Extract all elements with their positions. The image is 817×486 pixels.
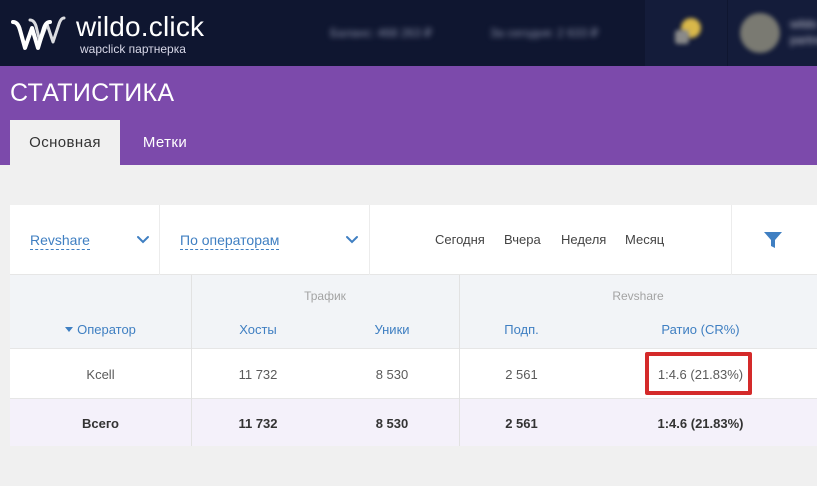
column-header-hosts[interactable]: Хосты bbox=[191, 322, 325, 337]
cell-subs: 2 561 bbox=[505, 367, 538, 382]
column-header-uniques[interactable]: Уники bbox=[325, 322, 459, 337]
ratio-highlight-box bbox=[645, 352, 752, 395]
period-yesterday[interactable]: Вчера bbox=[504, 205, 541, 275]
period-month[interactable]: Месяц bbox=[625, 205, 664, 275]
user-menu[interactable]: wildo partner bbox=[728, 0, 817, 66]
column-header-ratio[interactable]: Ратио (CR%) bbox=[584, 322, 817, 337]
column-header-operator[interactable]: Оператор bbox=[10, 322, 191, 337]
notifications-area[interactable] bbox=[645, 0, 727, 66]
total-label: Всего bbox=[81, 416, 120, 431]
divider bbox=[369, 205, 370, 275]
column-header-operator-label: Оператор bbox=[77, 322, 136, 337]
user-name-text: wildo bbox=[790, 17, 817, 31]
total-ratio: 1:4.6 (21.83%) bbox=[657, 416, 744, 431]
tab-tags[interactable]: Метки bbox=[120, 120, 210, 165]
page-header: СТАТИСТИКА Основная Метки bbox=[0, 66, 817, 165]
balance-today: За сегодня: 2 633 ₽ bbox=[490, 26, 599, 40]
group-header-traffic: Трафик bbox=[304, 289, 346, 303]
cell-hosts: 11 732 bbox=[238, 367, 278, 382]
total-row: Всего 11 732 8 530 2 561 1:4.6 (21.83%) bbox=[10, 398, 817, 446]
filter-icon[interactable] bbox=[762, 229, 784, 251]
balance-total: Баланс: 468 263 ₽ bbox=[330, 26, 432, 40]
cell-uniques: 8 530 bbox=[375, 367, 409, 382]
group-header-revshare: Revshare bbox=[612, 289, 664, 303]
filter-bar: Revshare По операторам Сегодня Вчера Нед… bbox=[10, 205, 817, 275]
chevron-down-icon bbox=[137, 236, 149, 244]
divider bbox=[159, 205, 160, 275]
stats-table: Трафик Revshare Оператор Хосты Уники Под… bbox=[10, 275, 817, 446]
program-select-value: Revshare bbox=[30, 231, 90, 250]
top-bar: wildo.click wapclick партнерка Баланс: 4… bbox=[0, 0, 817, 66]
logo-icon bbox=[11, 16, 66, 50]
tab-main[interactable]: Основная bbox=[10, 120, 120, 165]
page-title: СТАТИСТИКА bbox=[10, 79, 175, 107]
brand-subtitle: wapclick партнерка bbox=[80, 42, 186, 56]
group-by-select[interactable]: По операторам bbox=[180, 205, 370, 275]
brand-name: wildo.click bbox=[76, 11, 205, 42]
column-header-subs[interactable]: Подп. bbox=[459, 322, 584, 337]
brand-logo[interactable]: wildo.click wapclick партнерка bbox=[10, 12, 210, 56]
total-uniques: 8 530 bbox=[375, 416, 409, 431]
period-week[interactable]: Неделя bbox=[561, 205, 606, 275]
table-header: Трафик Revshare Оператор Хосты Уники Под… bbox=[10, 275, 817, 348]
column-divider bbox=[191, 275, 192, 446]
period-today[interactable]: Сегодня bbox=[435, 205, 485, 275]
total-hosts: 11 732 bbox=[238, 416, 278, 431]
sort-desc-icon bbox=[65, 327, 74, 332]
avatar bbox=[740, 13, 780, 53]
total-subs: 2 561 bbox=[505, 416, 538, 431]
user-name: wildo partner bbox=[790, 16, 817, 48]
wallet-icon bbox=[675, 30, 689, 44]
group-by-select-value: По операторам bbox=[180, 231, 280, 250]
user-role-text: partner bbox=[790, 33, 817, 47]
chevron-down-icon bbox=[346, 236, 358, 244]
cell-operator: Kcell bbox=[86, 367, 115, 382]
column-divider bbox=[459, 275, 460, 446]
divider bbox=[731, 205, 732, 275]
